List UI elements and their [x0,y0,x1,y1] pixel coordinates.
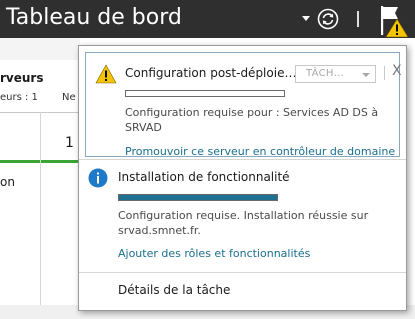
dashboard-strip [0,38,80,60]
header-divider [357,11,359,27]
grid-line [40,112,41,319]
notification-title: Installation de fonctionnalité [118,170,290,184]
page-title: Tableau de bord [6,5,182,30]
chevron-down-icon [362,73,370,77]
notification-description: Configuration requise. Installation réus… [118,209,369,237]
divider [79,272,406,273]
dashboard-header: Tableau de bord [0,0,415,38]
progress-bar [118,194,278,201]
warning-icon [95,64,117,84]
info-icon [88,168,108,188]
server-count: 1 [65,135,74,151]
refresh-icon[interactable] [317,8,339,30]
servers-card-title[interactable]: rveurs [0,71,43,85]
notifications-flag-icon[interactable] [378,3,412,39]
warning-icon [385,18,409,38]
divider [384,66,385,80]
progress-bar [125,90,285,97]
task-dropdown-label: TÂCH… [306,68,344,79]
progress-fill [119,195,277,200]
add-roles-features-link[interactable]: Ajouter des rôles et fonctionnalités [118,247,310,260]
promote-domain-controller-link[interactable]: Promouvoir ce serveur en contrôleur de d… [125,145,395,158]
servers-card-sub: Ne [62,92,76,103]
notification-description: Configuration requise pour : Services AD… [125,106,379,134]
close-icon[interactable]: X [392,63,402,79]
notifications-panel: Configuration post-déploie… TÂCH… X Conf… [78,45,407,311]
divider [79,159,406,160]
task-dropdown[interactable]: TÂCH… [295,65,376,83]
notification-title: Configuration post-déploie… [125,66,297,80]
task-details-link[interactable]: Détails de la tâche [118,283,230,297]
servers-card-count: eurs : 1 [0,92,38,103]
dropdown-caret-icon[interactable] [302,16,310,21]
card-row-label[interactable]: on [0,175,15,189]
notification-post-deployment: Configuration post-déploie… TÂCH… X Conf… [85,52,402,158]
